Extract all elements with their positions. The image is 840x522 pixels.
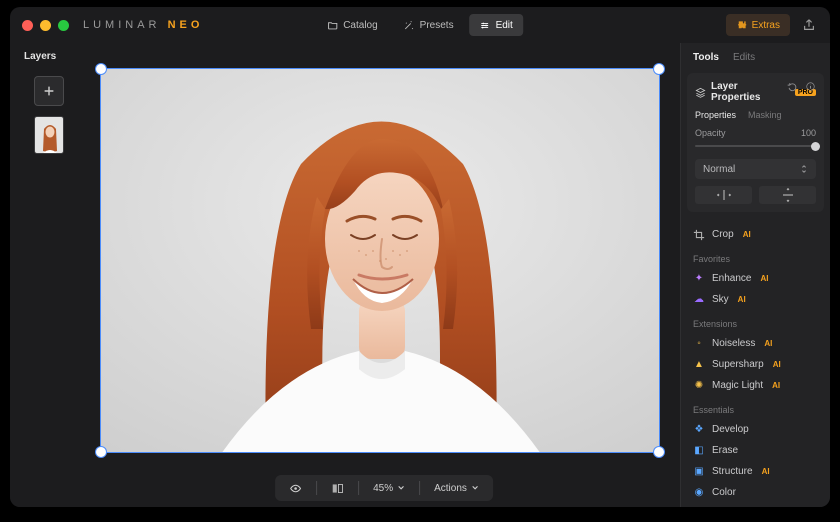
transform-handle-nw[interactable] xyxy=(96,64,106,74)
opacity-slider[interactable] xyxy=(695,141,816,151)
layers-panel: Layers xyxy=(10,43,88,507)
visibility-toggle[interactable] xyxy=(285,482,306,495)
tool-develop[interactable]: ❖ Develop xyxy=(693,419,818,440)
tab-tools[interactable]: Tools xyxy=(693,52,719,63)
opacity-label: Opacity xyxy=(695,128,726,138)
add-layer-button[interactable] xyxy=(34,76,64,106)
crop-icon xyxy=(693,229,705,241)
wand-icon xyxy=(404,20,415,31)
tool-magic-light[interactable]: ✺ Magic LightAI xyxy=(693,375,818,396)
close-window[interactable] xyxy=(22,20,33,31)
transform-handle-se[interactable] xyxy=(654,447,664,457)
maximize-window[interactable] xyxy=(58,20,69,31)
ai-badge: AI xyxy=(773,360,781,369)
tool-crop[interactable]: CropAI xyxy=(693,224,818,245)
ai-badge: AI xyxy=(764,339,772,348)
chevron-down-icon xyxy=(397,484,405,492)
zoom-dropdown[interactable]: 45% xyxy=(369,483,409,494)
category-favorites: Favorites xyxy=(693,254,818,264)
tool-erase[interactable]: ◧ Erase xyxy=(693,440,818,461)
ai-badge: AI xyxy=(760,274,768,283)
ai-badge: AI xyxy=(743,230,751,239)
app-window: LUMINAR NEO Catalog Presets Edit xyxy=(10,7,830,507)
app-brand: LUMINAR NEO xyxy=(83,19,203,31)
canvas-area: 45% Actions xyxy=(88,43,680,507)
right-panel-tabs: Tools Edits xyxy=(681,43,830,69)
separator xyxy=(316,481,317,495)
puzzle-icon xyxy=(736,20,747,31)
tab-edits[interactable]: Edits xyxy=(733,52,755,63)
ai-badge: AI xyxy=(772,381,780,390)
tool-black-white[interactable]: ◐ Black & White xyxy=(693,503,818,507)
flip-v-icon xyxy=(783,187,793,203)
separator xyxy=(358,481,359,495)
category-extensions: Extensions xyxy=(693,319,818,329)
tool-supersharp[interactable]: ▲ SupersharpAI xyxy=(693,354,818,375)
share-button[interactable] xyxy=(800,16,818,34)
nav-catalog[interactable]: Catalog xyxy=(317,14,387,36)
right-panel: Tools Edits Layer Properties PRO Propert… xyxy=(680,43,830,507)
compare-toggle[interactable] xyxy=(327,482,348,495)
sparkle-icon: ✦ xyxy=(693,273,705,285)
tool-color[interactable]: ◉ Color xyxy=(693,482,818,503)
tool-noiseless[interactable]: ◦ NoiselessAI xyxy=(693,333,818,354)
sharpen-icon: ▲ xyxy=(693,359,705,371)
actions-dropdown[interactable]: Actions xyxy=(430,483,483,494)
top-nav: Catalog Presets Edit xyxy=(317,14,523,36)
tool-enhance[interactable]: ✦ EnhanceAI xyxy=(693,268,818,289)
image-preview xyxy=(101,69,659,452)
transform-handle-sw[interactable] xyxy=(96,447,106,457)
transform-box[interactable] xyxy=(100,68,660,453)
noise-icon: ◦ xyxy=(693,338,705,350)
layer-properties-panel: Layer Properties PRO Properties Masking … xyxy=(687,73,824,212)
light-icon: ✺ xyxy=(693,380,705,392)
tool-sky[interactable]: ☁ SkyAI xyxy=(693,289,818,310)
window-controls xyxy=(22,20,69,31)
canvas-toolbar: 45% Actions xyxy=(275,475,493,501)
layers-icon xyxy=(695,87,706,98)
layers-title: Layers xyxy=(10,51,56,62)
blend-mode-select[interactable]: Normal xyxy=(695,159,816,179)
compare-icon xyxy=(331,482,344,495)
reset-button[interactable] xyxy=(787,81,798,92)
flip-h-icon xyxy=(716,190,732,200)
tool-structure[interactable]: ▣ StructureAI xyxy=(693,461,818,482)
chevron-down-icon xyxy=(471,484,479,492)
separator xyxy=(419,481,420,495)
ai-badge: AI xyxy=(738,295,746,304)
sliders-icon xyxy=(480,20,491,31)
layer-thumbnail[interactable] xyxy=(34,116,64,154)
category-essentials: Essentials xyxy=(693,405,818,415)
flip-horizontal-button[interactable] xyxy=(695,186,752,204)
title-bar: LUMINAR NEO Catalog Presets Edit xyxy=(10,7,830,43)
erase-icon: ◧ xyxy=(693,445,705,457)
nav-edit[interactable]: Edit xyxy=(470,14,523,36)
extras-button[interactable]: Extras xyxy=(726,14,790,36)
color-icon: ◉ xyxy=(693,487,705,499)
subtab-masking[interactable]: Masking xyxy=(748,110,782,120)
tools-list: CropAI Favorites ✦ EnhanceAI ☁ SkyAI Ext… xyxy=(681,222,830,507)
eye-icon xyxy=(289,482,302,495)
info-button[interactable] xyxy=(805,81,816,92)
ai-badge: AI xyxy=(762,467,770,476)
minimize-window[interactable] xyxy=(40,20,51,31)
flip-vertical-button[interactable] xyxy=(759,186,816,204)
cloud-icon: ☁ xyxy=(693,294,705,306)
transform-handle-ne[interactable] xyxy=(654,64,664,74)
subtab-properties[interactable]: Properties xyxy=(695,110,736,120)
develop-icon: ❖ xyxy=(693,424,705,436)
folder-icon xyxy=(327,20,338,31)
structure-icon: ▣ xyxy=(693,466,705,478)
nav-presets[interactable]: Presets xyxy=(394,14,464,36)
updown-icon xyxy=(800,164,808,174)
opacity-value: 100 xyxy=(801,128,816,138)
